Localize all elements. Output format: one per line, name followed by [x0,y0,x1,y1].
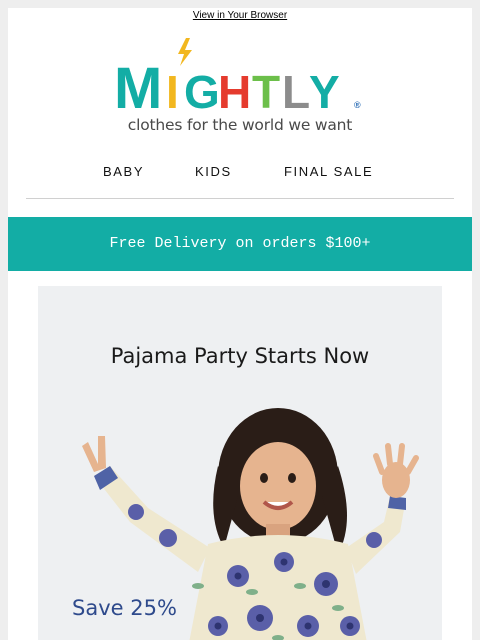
hero-title: Pajama Party Starts Now [110,344,370,368]
logo-letter-y: Y [309,66,340,112]
logo-letter-l: L [282,66,310,112]
email-container: View in Your Browser M I G H T L Y ® clo… [8,8,472,640]
nav-divider [26,198,454,199]
nav-item-kids[interactable]: KIDS [195,164,232,179]
mightly-logo[interactable]: M I G H T L Y ® [114,38,366,112]
child-in-pajamas-image [82,408,419,640]
hero-banner[interactable]: Pajama Party Starts Now Save 25% [38,286,442,640]
logo-letter-h: H [218,66,251,112]
tagline: clothes for the world we want [127,116,353,134]
free-delivery-banner[interactable]: Free Delivery on orders $100+ [8,217,472,271]
logo-letter-i: I [166,66,179,112]
logo-letter-t: T [252,66,280,112]
nav-item-baby[interactable]: BABY [103,164,144,179]
hero-offer: Save 25% [72,596,177,620]
lightning-bolt-icon [178,38,192,66]
logo-letter-g: G [184,66,220,112]
logo-letter-m: M [114,56,162,112]
category-nav: BABY KIDS FINAL SALE [8,164,472,184]
view-in-browser-link[interactable]: View in Your Browser [8,10,472,21]
registered-mark: ® [354,100,361,110]
nav-item-final-sale[interactable]: FINAL SALE [284,164,373,179]
